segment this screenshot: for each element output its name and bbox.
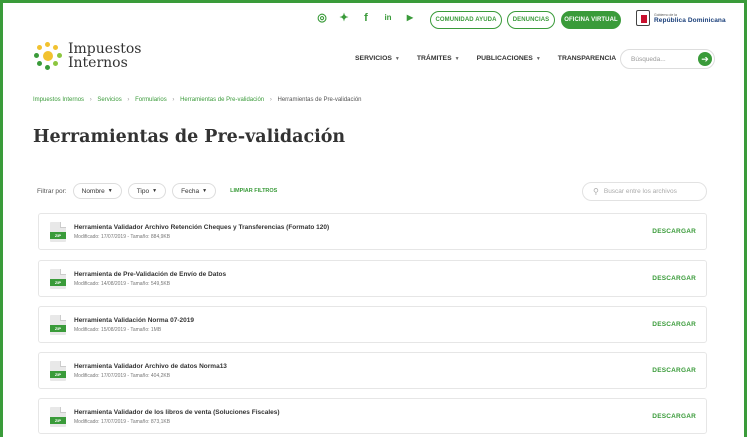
file-name: Herramienta Validador Archivo de datos N… [74,363,227,370]
nav-tramites-label: TRÁMITES [416,55,452,62]
logo-text: Impuestos Internos [68,42,142,70]
site-search-input[interactable]: Búsqueda... ➔ [620,49,715,69]
file-name: Herramienta Validador Archivo Retención … [74,224,330,231]
download-button[interactable]: DESCARGAR [652,413,696,420]
gobierno-logo[interactable]: Gobierno de la República Dominicana [636,10,726,26]
coat-of-arms-icon [636,10,650,26]
oficina-virtual-button[interactable]: OFICINA VIRTUAL [561,11,621,29]
filter-fecha-label: Fecha [181,187,200,195]
facebook-icon[interactable]: f [360,12,372,24]
chevron-down-icon: ▼ [535,55,541,62]
file-row: ZIP Herramienta de Pre-Validación de Env… [38,260,707,297]
zip-badge: ZIP [50,417,66,424]
breadcrumb: Impuestos Internos › Servicios › Formula… [33,97,362,103]
breadcrumb-current: Herramientas de Pre-validación [277,97,362,103]
zip-file-icon: ZIP [50,361,66,381]
file-meta: Modificado: 17/07/2019 - Tamaño: 873,1KB [74,419,171,425]
denuncias-button[interactable]: DENUNCIAS [507,11,555,29]
file-row: ZIP Herramienta Validación Norma 07-2019… [38,306,707,343]
main-nav: SERVICIOS ▼ TRÁMITES ▼ PUBLICACIONES ▼ T… [355,55,633,62]
breadcrumb-separator: › [127,97,130,103]
filter-bar: Filtrar por: Nombre ▼ Tipo ▼ Fecha ▼ LIM… [37,183,277,199]
download-button[interactable]: DESCARGAR [652,367,696,374]
sun-logo-icon [34,42,62,70]
comunidad-ayuda-button[interactable]: COMUNIDAD AYUDA [430,11,502,29]
search-icon: ⚲ [593,187,599,196]
filter-fecha-dropdown[interactable]: Fecha ▼ [172,183,217,199]
chevron-down-icon: ▼ [152,188,158,194]
filter-tipo-label: Tipo [136,187,150,195]
file-meta: Modificado: 17/07/2019 - Tamaño: 884,9KB [74,234,171,240]
site-search-placeholder: Búsqueda... [631,55,666,63]
filter-nombre-dropdown[interactable]: Nombre ▼ [72,183,122,199]
youtube-icon[interactable]: ▶ [404,12,416,24]
file-row: ZIP Herramienta Validador Archivo Retenc… [38,213,707,250]
gobierno-text: Gobierno de la República Dominicana [654,12,726,24]
clear-filters-button[interactable]: LIMPIAR FILTROS [230,188,277,194]
download-button[interactable]: DESCARGAR [652,321,696,328]
linkedin-icon[interactable]: in [382,12,394,24]
breadcrumb-link[interactable]: Impuestos Internos [33,97,84,103]
page-title: Herramientas de Pre-validación [33,127,346,147]
logo-line1: Impuestos [68,41,142,57]
nav-servicios-label: SERVICIOS [355,55,392,62]
top-utility-bar: ◎ ✦ f in ▶ COMUNIDAD AYUDA DENUNCIAS OFI… [0,9,747,31]
instagram-icon[interactable]: ◎ [316,12,328,24]
nav-publicaciones-label: PUBLICACIONES [476,55,533,62]
file-meta: Modificado: 14/08/2019 - Tamaño: 549,5KB [74,281,171,287]
filter-tipo-dropdown[interactable]: Tipo ▼ [127,183,167,199]
chevron-down-icon: ▼ [394,55,400,62]
nav-publicaciones[interactable]: PUBLICACIONES ▼ [477,55,541,62]
twitter-icon[interactable]: ✦ [338,12,350,24]
zip-badge: ZIP [50,325,66,332]
zip-file-icon: ZIP [50,315,66,335]
zip-file-icon: ZIP [50,269,66,289]
file-search-input[interactable]: ⚲ Buscar entre los archivos [582,182,707,201]
nav-servicios[interactable]: SERVICIOS ▼ [355,55,400,62]
zip-file-icon: ZIP [50,407,66,427]
breadcrumb-separator: › [89,97,92,103]
zip-file-icon: ZIP [50,222,66,242]
gobierno-big-text: República Dominicana [654,17,726,24]
file-row: ZIP Herramienta Validador de los libros … [38,398,707,434]
download-button[interactable]: DESCARGAR [652,275,696,282]
breadcrumb-link[interactable]: Servicios [97,97,121,103]
social-links: ◎ ✦ f in ▶ [316,12,426,24]
nav-tramites[interactable]: TRÁMITES ▼ [417,55,460,62]
file-name: Herramienta Validador de los libros de v… [74,409,280,416]
file-name: Herramienta de Pre-Validación de Envío d… [74,271,227,278]
zip-badge: ZIP [50,371,66,378]
file-search-placeholder: Buscar entre los archivos [603,188,677,195]
download-button[interactable]: DESCARGAR [652,228,696,235]
breadcrumb-separator: › [269,97,272,103]
nav-transparencia-label: TRANSPARENCIA [557,55,617,62]
breadcrumb-link[interactable]: Formularios [135,97,167,103]
arrow-right-icon[interactable]: ➔ [698,52,712,66]
chevron-down-icon: ▼ [107,188,113,194]
logo-line2: Internos [68,55,128,71]
nav-transparencia[interactable]: TRANSPARENCIA [558,55,616,62]
zip-badge: ZIP [50,279,66,286]
zip-badge: ZIP [50,232,66,239]
chevron-down-icon: ▼ [202,188,208,194]
breadcrumb-separator: › [172,97,175,103]
file-name: Herramienta Validación Norma 07-2019 [74,317,194,324]
chevron-down-icon: ▼ [454,55,460,62]
breadcrumb-link[interactable]: Herramientas de Pre-validación [180,97,264,103]
filter-label: Filtrar por: [37,187,67,195]
file-meta: Modificado: 17/07/2019 - Tamaño: 404,2KB [74,373,171,379]
filter-nombre-label: Nombre [81,187,105,195]
impuestos-internos-logo[interactable]: Impuestos Internos [34,42,142,70]
file-meta: Modificado: 15/08/2019 - Tamaño: 1MB [74,327,162,333]
file-row: ZIP Herramienta Validador Archivo de dat… [38,352,707,389]
